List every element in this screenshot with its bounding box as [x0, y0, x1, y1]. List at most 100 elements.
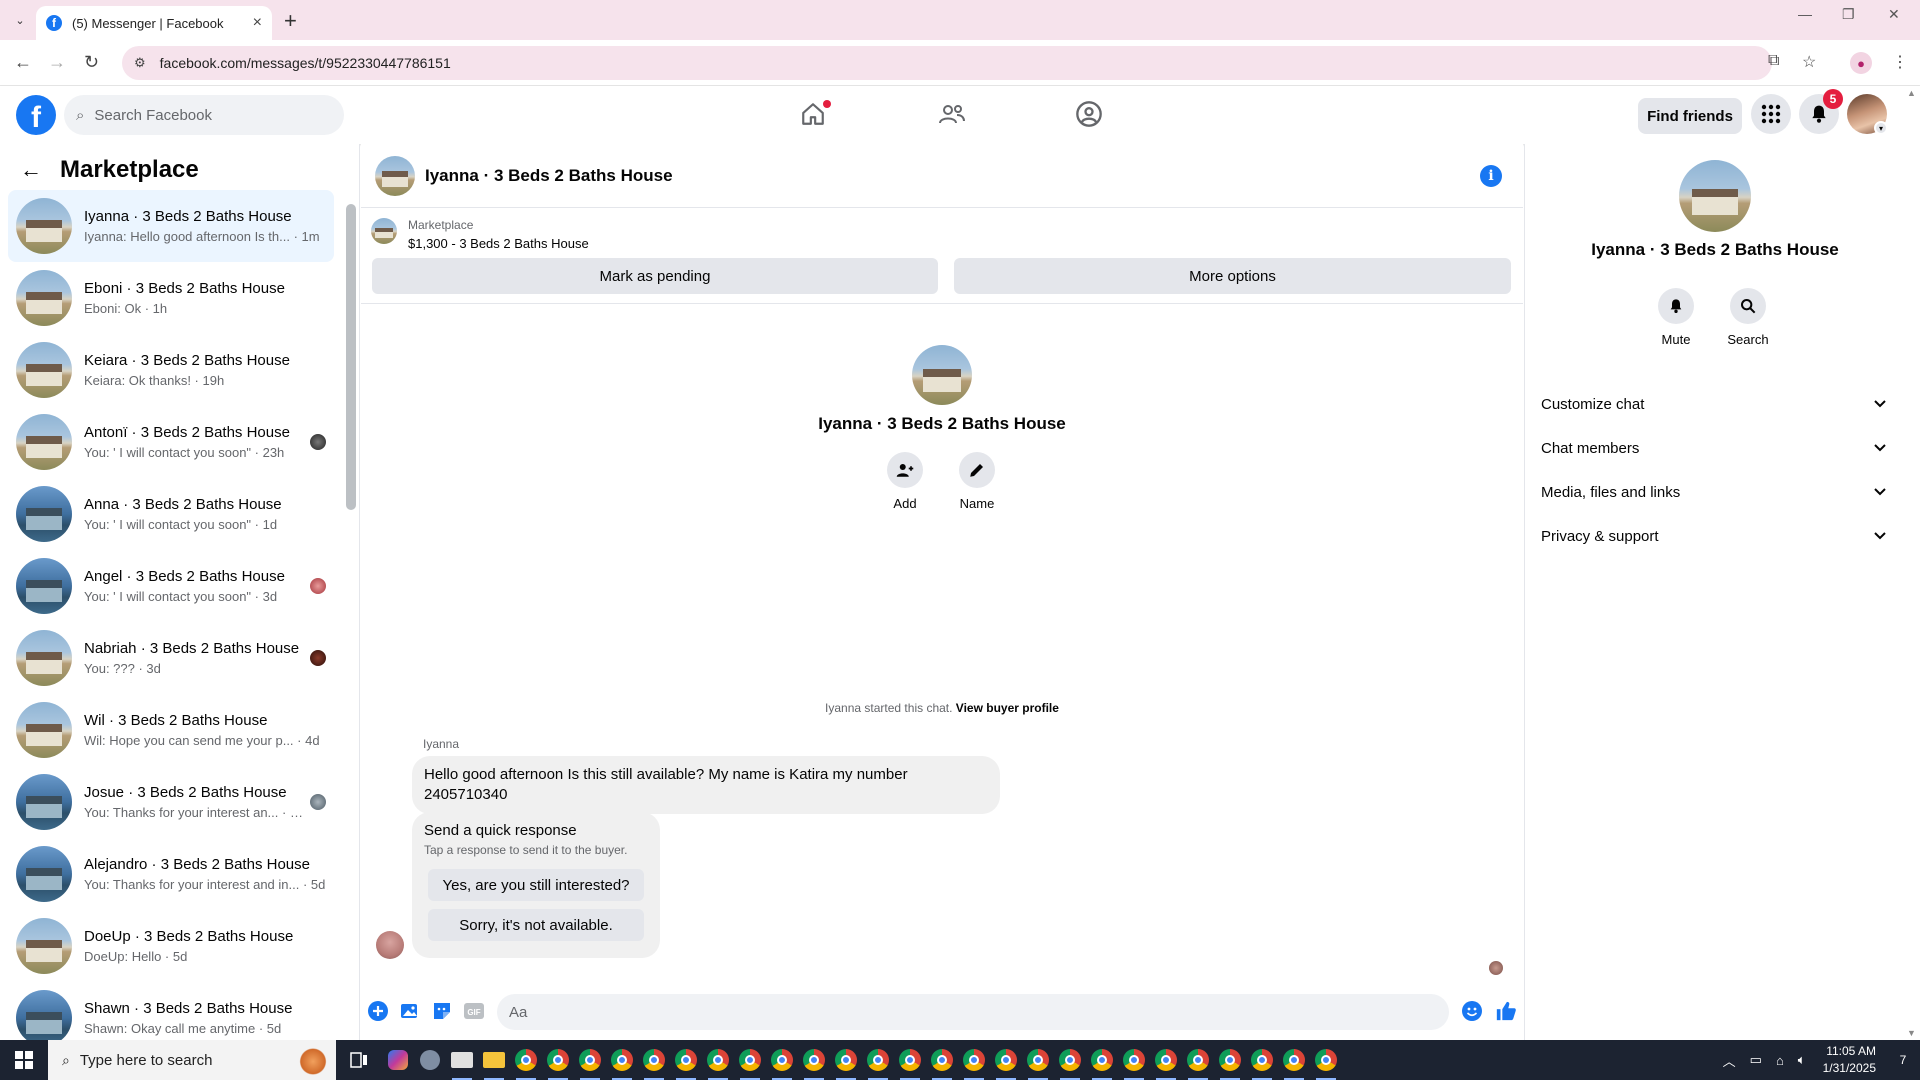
details-avatar[interactable]	[1679, 160, 1751, 232]
chrome-icon[interactable]	[830, 1040, 862, 1080]
chrome-icon[interactable]	[1150, 1040, 1182, 1080]
chrome-icon[interactable]	[702, 1040, 734, 1080]
chrome-icon[interactable]	[1278, 1040, 1310, 1080]
bookmark-star-icon[interactable]: ☆	[1802, 52, 1816, 72]
chrome-icon[interactable]	[638, 1040, 670, 1080]
chrome-icon[interactable]	[1022, 1040, 1054, 1080]
conversation-item[interactable]: DoeUp · 3 Beds 2 Baths House DoeUp: Hello…	[8, 910, 334, 982]
privacy-support-section[interactable]: Privacy & support	[1541, 516, 1887, 556]
conversation-item[interactable]: Eboni · 3 Beds 2 Baths House Eboni: Ok · …	[8, 262, 334, 334]
conversation-item[interactable]: Antonï · 3 Beds 2 Baths House You: ' I wi…	[8, 406, 334, 478]
listing-thumbnail[interactable]	[371, 218, 397, 244]
view-buyer-profile-link[interactable]: View buyer profile	[956, 701, 1059, 715]
more-actions-plus-icon[interactable]	[367, 1000, 389, 1022]
conversation-item[interactable]: Angel · 3 Beds 2 Baths House You: ' I wil…	[8, 550, 334, 622]
groups-icon[interactable]	[1074, 99, 1104, 129]
conversation-info-icon[interactable]: i	[1480, 165, 1502, 187]
friends-icon[interactable]	[937, 99, 967, 129]
taskbar-search[interactable]: ⌕ Type here to search	[48, 1040, 336, 1080]
menu-grid-icon[interactable]	[1751, 94, 1791, 134]
quick-reply-no-button[interactable]: Sorry, it's not available.	[428, 909, 644, 941]
listing-price-title[interactable]: $1,300 - 3 Beds 2 Baths House	[408, 236, 589, 251]
search-in-conversation-action[interactable]: Search	[1718, 288, 1778, 347]
conversation-item[interactable]: Nabriah · 3 Beds 2 Baths House You: ??? ·…	[8, 622, 334, 694]
conversation-item[interactable]: Josue · 3 Beds 2 Baths House You: Thanks …	[8, 766, 334, 838]
chrome-icon[interactable]	[542, 1040, 574, 1080]
chrome-icon[interactable]	[766, 1040, 798, 1080]
chrome-icon[interactable]	[1054, 1040, 1086, 1080]
taskbar-clock[interactable]: 11:05 AM 1/31/2025	[1823, 1043, 1876, 1077]
chrome-icon[interactable]	[1118, 1040, 1150, 1080]
browser-profile-icon[interactable]: ●	[1850, 52, 1872, 74]
chrome-icon[interactable]	[1182, 1040, 1214, 1080]
reload-icon[interactable]: ↻	[84, 52, 99, 73]
chrome-icon[interactable]	[990, 1040, 1022, 1080]
conversation-item[interactable]: Keiara · 3 Beds 2 Baths House Keiara: Ok …	[8, 334, 334, 406]
windows-start-icon[interactable]	[0, 1040, 48, 1080]
media-files-links-section[interactable]: Media, files and links	[1541, 472, 1887, 512]
mark-as-pending-button[interactable]: Mark as pending	[372, 258, 938, 294]
chat-members-section[interactable]: Chat members	[1541, 428, 1887, 468]
chrome-icon[interactable]	[670, 1040, 702, 1080]
facebook-logo-icon[interactable]: f	[16, 95, 56, 135]
chrome-icon[interactable]	[798, 1040, 830, 1080]
chrome-icon[interactable]	[894, 1040, 926, 1080]
copilot-icon[interactable]	[382, 1040, 414, 1080]
account-chevron-down-icon[interactable]: ▾	[1874, 121, 1888, 135]
chrome-icon[interactable]	[862, 1040, 894, 1080]
quick-reply-yes-button[interactable]: Yes, are you still interested?	[428, 869, 644, 901]
minimize-icon[interactable]: —	[1798, 6, 1812, 22]
chrome-icon[interactable]	[574, 1040, 606, 1080]
emoji-icon[interactable]	[1461, 1000, 1483, 1022]
conversation-item[interactable]: Shawn · 3 Beds 2 Baths House Shawn: Okay …	[8, 982, 334, 1040]
thumbs-up-icon[interactable]	[1495, 1000, 1517, 1022]
chat-title[interactable]: Iyanna · 3 Beds 2 Baths House	[425, 166, 673, 186]
mute-action[interactable]: Mute	[1646, 288, 1706, 347]
back-arrow-icon[interactable]: ←	[20, 157, 42, 183]
task-view-icon[interactable]	[336, 1040, 382, 1080]
page-scrollbar[interactable]: ▲ ▼	[1904, 86, 1920, 1040]
close-tab-icon[interactable]: ×	[253, 14, 262, 32]
close-window-icon[interactable]: ✕	[1888, 6, 1900, 23]
facebook-search-input[interactable]	[94, 106, 295, 124]
sender-avatar[interactable]	[376, 931, 404, 959]
volume-icon[interactable]: 🔈︎	[1798, 1052, 1806, 1068]
chat-avatar[interactable]	[375, 155, 415, 196]
install-app-icon[interactable]: ⧉	[1768, 52, 1779, 70]
more-options-button[interactable]: More options	[954, 258, 1511, 294]
chrome-icon[interactable]	[926, 1040, 958, 1080]
file-explorer-icon[interactable]	[478, 1040, 510, 1080]
new-tab-icon[interactable]: +	[284, 8, 297, 34]
add-people-action[interactable]: Add	[875, 452, 935, 511]
action-center-icon[interactable]: 7	[1886, 1040, 1920, 1080]
chrome-icon[interactable]	[1310, 1040, 1342, 1080]
chrome-icon[interactable]	[606, 1040, 638, 1080]
sidebar-scrollbar-thumb[interactable]	[346, 204, 356, 510]
conversation-item[interactable]: Alejandro · 3 Beds 2 Baths House You: Tha…	[8, 838, 334, 910]
back-icon[interactable]: ←	[14, 52, 32, 73]
find-friends-button[interactable]: Find friends	[1638, 98, 1742, 134]
customize-chat-section[interactable]: Customize chat	[1541, 384, 1887, 424]
scroll-down-icon[interactable]: ▼	[1907, 1028, 1916, 1038]
forward-icon[interactable]: →	[48, 52, 66, 73]
chrome-icon[interactable]	[1214, 1040, 1246, 1080]
conversation-item[interactable]: Iyanna · 3 Beds 2 Baths House Iyanna: Hel…	[8, 190, 334, 262]
scroll-up-icon[interactable]: ▲	[1907, 88, 1916, 98]
conversation-item[interactable]: Anna · 3 Beds 2 Baths House You: ' I will…	[8, 478, 334, 550]
omnibox[interactable]: ⚙ facebook.com/messages/t/95223304477861…	[122, 46, 1772, 80]
chrome-icon[interactable]	[510, 1040, 542, 1080]
browser-menu-icon[interactable]: ⋮	[1892, 52, 1908, 72]
incoming-message-bubble[interactable]: Hello good afternoon Is this still avail…	[412, 756, 1000, 814]
app-icon[interactable]	[414, 1040, 446, 1080]
show-hidden-icons-chevron-icon[interactable]: ︿	[1723, 1051, 1736, 1070]
facebook-search[interactable]: ⌕	[64, 95, 344, 135]
name-chat-action[interactable]: Name	[947, 452, 1007, 511]
meet-now-icon[interactable]: ▭	[1750, 1052, 1762, 1068]
attach-photo-icon[interactable]	[399, 1000, 421, 1022]
tab-search-chevron-icon[interactable]: ⌄	[10, 10, 30, 30]
restore-icon[interactable]: ❐	[1842, 6, 1855, 23]
message-input[interactable]	[497, 994, 1449, 1030]
site-info-icon[interactable]: ⚙	[134, 55, 146, 71]
chrome-icon[interactable]	[1246, 1040, 1278, 1080]
network-icon[interactable]: ⌂	[1776, 1053, 1784, 1068]
